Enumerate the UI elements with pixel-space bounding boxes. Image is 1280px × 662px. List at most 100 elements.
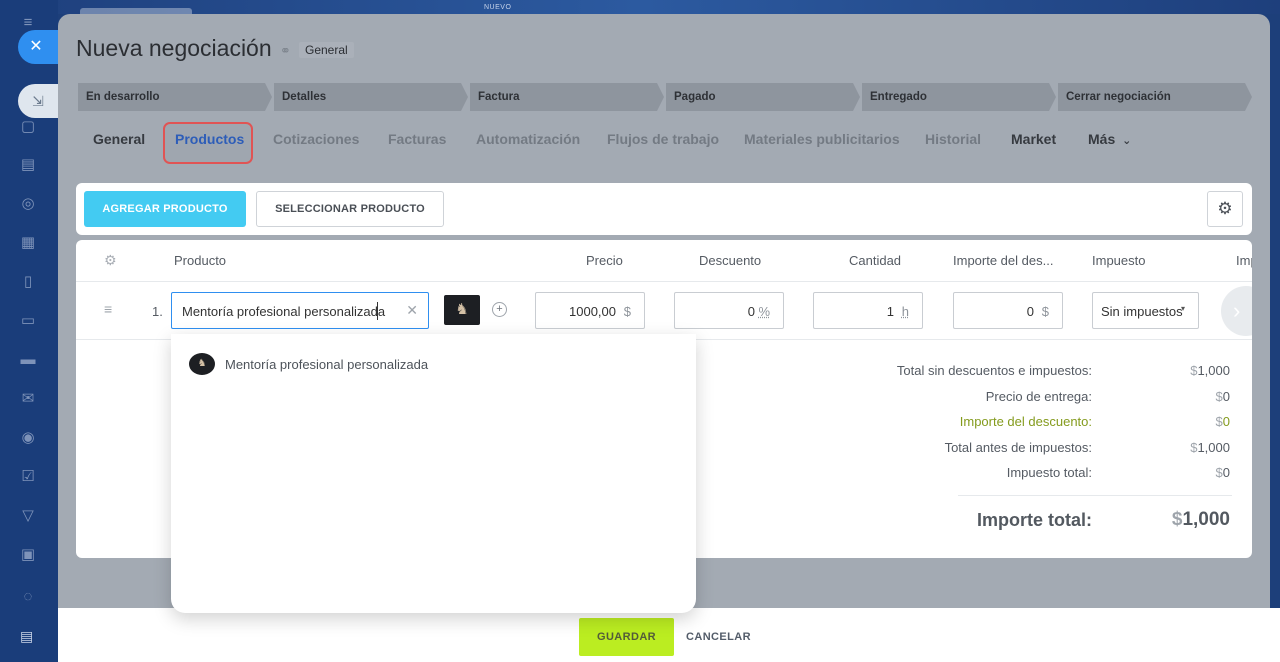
stage-bar: En desarrollo Detalles Factura Pagado En… xyxy=(78,83,1250,111)
product-settings-button[interactable]: ⚙ xyxy=(1207,191,1243,227)
save-button[interactable]: GUARDAR xyxy=(579,618,674,656)
row-number: 1. xyxy=(152,304,163,319)
background-new-label: NUEVO xyxy=(484,4,512,11)
clear-icon[interactable]: ✕ xyxy=(406,302,418,319)
collapse-icon: ⇲ xyxy=(32,93,44,109)
price-value: 1000,00 xyxy=(569,304,616,319)
select-product-button[interactable]: SELECCIONAR PRODUCTO xyxy=(256,191,444,227)
tax-select[interactable]: Sin impuestos ▾ xyxy=(1092,292,1199,329)
price-currency: $ xyxy=(623,304,631,319)
card-icon[interactable]: ▬ xyxy=(19,351,37,369)
chat-icon[interactable]: ▢ xyxy=(19,118,37,136)
add-product-button[interactable]: AGREGAR PRODUCTO xyxy=(84,191,246,227)
discount-total-value: $0 xyxy=(1215,414,1230,429)
slider-footer: GUARDAR CANCELAR xyxy=(58,608,1280,662)
product-name-value: Mentoría profesional personalizada xyxy=(182,304,386,319)
col-amount: Imp xyxy=(1236,253,1252,268)
discount-amount-input[interactable]: 0 $ xyxy=(953,292,1063,329)
discount-unit-selector[interactable]: % xyxy=(758,304,770,319)
col-quantity: Cantidad xyxy=(849,253,902,268)
discount-total-label: Importe del descuento: xyxy=(959,414,1092,429)
tab-bar: General Productos Cotizaciones Facturas … xyxy=(78,122,1258,164)
product-name-input[interactable]: Mentoría profesional personalizada ✕ xyxy=(171,292,429,329)
table-row: ≡ 1. Mentoría profesional personalizada … xyxy=(76,282,1252,340)
funnel-icon[interactable]: ▽ xyxy=(19,507,37,525)
totals-divider xyxy=(958,495,1232,496)
tab-more-label: Más xyxy=(1088,131,1116,147)
chevron-down-icon: ▾ xyxy=(1180,304,1185,313)
col-discount: Descuento xyxy=(699,253,762,268)
category-badge[interactable]: General xyxy=(299,42,354,58)
stage-details[interactable]: Detalles xyxy=(274,83,468,111)
col-discount-amount: Importe del des... xyxy=(953,253,1054,268)
text-caret xyxy=(377,302,378,320)
col-tax: Impuesto xyxy=(1092,253,1146,268)
stage-delivered[interactable]: Entregado xyxy=(862,83,1056,111)
product-image-icon: ♞ xyxy=(455,301,469,318)
pretax-label: Total antes de impuestos: xyxy=(944,440,1092,455)
subtotal-value: $1,000 xyxy=(1190,363,1230,378)
pretax-value: $1,000 xyxy=(1190,440,1230,455)
minimize-slider-button[interactable]: ⇲ xyxy=(18,84,58,118)
stage-invoice[interactable]: Factura xyxy=(470,83,664,111)
dropdown-option-label: Mentoría profesional personalizada xyxy=(225,357,429,372)
discount-amount-value: 0 xyxy=(1026,304,1034,319)
chevron-right-icon: › xyxy=(1233,298,1241,323)
add-image-button[interactable]: + xyxy=(492,302,507,317)
printer-icon[interactable]: ▤ xyxy=(20,628,36,644)
target-icon[interactable]: ◎ xyxy=(19,195,37,213)
col-price: Precio xyxy=(586,253,623,268)
stage-in-progress[interactable]: En desarrollo xyxy=(78,83,272,111)
quantity-input[interactable]: 1 h xyxy=(813,292,923,329)
tab-workflows[interactable]: Flujos de trabajo xyxy=(607,131,719,147)
document-icon[interactable]: ▯ xyxy=(19,273,37,291)
price-input[interactable]: 1000,00 $ xyxy=(535,292,645,329)
product-image-icon: ♞ xyxy=(189,353,215,375)
tab-ad-materials[interactable]: Materiales publicitarios xyxy=(744,131,900,147)
close-slider-button[interactable]: ✕ xyxy=(18,30,58,64)
stage-close-deal[interactable]: Cerrar negociación xyxy=(1058,83,1252,111)
subtotal-label: Total sin descuentos e impuestos: xyxy=(896,363,1092,378)
stage-paid[interactable]: Pagado xyxy=(666,83,860,111)
quantity-value: 1 xyxy=(886,304,894,319)
tab-history[interactable]: Historial xyxy=(925,131,981,147)
product-search-dropdown: ♞ Mentoría profesional personalizada xyxy=(171,334,696,613)
page-title: Nueva negociación xyxy=(76,35,272,61)
table-header: ⚙ Producto Precio Descuento Cantidad Imp… xyxy=(76,240,1252,282)
delivery-label: Precio de entrega: xyxy=(985,389,1092,404)
tab-more[interactable]: Más ⌄ xyxy=(1088,131,1131,147)
grand-total-value: $1,000 xyxy=(1171,509,1230,530)
column-settings-icon[interactable]: ⚙ xyxy=(104,252,117,269)
close-icon: ✕ xyxy=(29,38,43,55)
contacts-icon[interactable]: ◉ xyxy=(19,429,37,447)
tasks-icon[interactable]: ☑ xyxy=(19,468,37,486)
gear-icon: ⚙ xyxy=(1217,199,1233,218)
discount-value: 0 xyxy=(747,304,755,319)
link-icon[interactable]: ⚭ xyxy=(280,43,291,59)
cancel-button[interactable]: CANCELAR xyxy=(686,618,751,656)
tab-automation[interactable]: Automatización xyxy=(476,131,580,147)
tax-total-label: Impuesto total: xyxy=(1006,465,1092,480)
quantity-unit-selector[interactable]: h xyxy=(902,304,909,319)
tab-general[interactable]: General xyxy=(93,131,145,147)
product-image-thumbnail[interactable]: ♞ xyxy=(444,295,480,325)
settings-icon[interactable]: ◌ xyxy=(19,588,37,606)
tax-total-value: $0 xyxy=(1215,465,1230,480)
tab-products[interactable]: Productos xyxy=(175,131,244,147)
chevron-down-icon: ⌄ xyxy=(1122,135,1132,147)
tab-invoices[interactable]: Facturas xyxy=(388,131,446,147)
discount-input[interactable]: 0 % xyxy=(674,292,784,329)
board-icon[interactable]: ▭ xyxy=(19,312,37,330)
drag-handle-icon[interactable]: ≡ xyxy=(104,302,118,316)
discount-amount-currency: $ xyxy=(1041,304,1049,319)
calendar-icon[interactable]: ▦ xyxy=(19,234,37,252)
tax-value: Sin impuestos xyxy=(1101,304,1183,319)
tab-market[interactable]: Market xyxy=(1011,131,1056,147)
store-icon[interactable]: ▣ xyxy=(19,546,37,564)
col-product: Producto xyxy=(174,253,227,268)
scroll-right-button[interactable]: › xyxy=(1221,286,1252,336)
grand-total-label: Importe total: xyxy=(977,510,1092,530)
mail-icon[interactable]: ✉ xyxy=(19,390,37,408)
feed-icon[interactable]: ▤ xyxy=(19,156,37,174)
tab-quotes[interactable]: Cotizaciones xyxy=(273,131,359,147)
